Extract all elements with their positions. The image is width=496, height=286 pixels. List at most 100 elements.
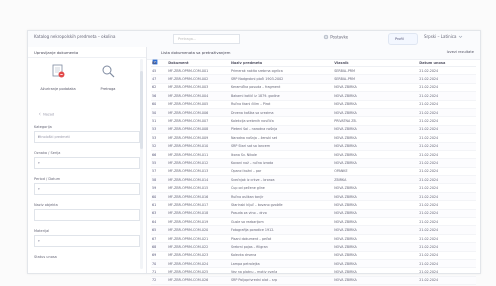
cell-item-name: Vez na platnu – motiv cveća [229, 267, 334, 277]
cell-item-name: Ručno oslikan tanjir [229, 192, 334, 202]
sidebar-scroll-thumb[interactable] [140, 71, 143, 149]
cell-owner: NOVA ZBIRKA [333, 125, 419, 135]
field-series-label: Oznaka / Serija [34, 151, 61, 155]
cell-entry-date: 21.02.2024 [418, 100, 476, 109]
table-row[interactable]: 52 MF-ZBR-OPRM-COM-010 SRP Stari sat sa la… [151, 142, 476, 151]
table-row[interactable]: 65 MF-ZBR-OPRM-COM-020 Fotografija porodic… [151, 225, 476, 235]
field-category-label: Kategorija [34, 125, 52, 129]
table-row[interactable]: 64 MF-ZBR-OPRM-COM-019 Gusle sa rezbarijom… [151, 217, 476, 227]
documents-table: ID Dokument Naziv predmeta Vlasnik Datum… [151, 59, 476, 286]
field-material: Materijal ▾ [34, 229, 140, 247]
language-dropdown[interactable]: Srpski – Latinica [424, 34, 463, 40]
language-label: Srpski – Latinica [424, 34, 457, 39]
tool-search-label: Pretraga [100, 87, 116, 91]
cell-document: MF-ZBR-OPRM-COM-022 [167, 242, 230, 252]
chevron-down-icon: ▾ [38, 238, 40, 243]
table-row[interactable]: 60 MF-ZBR-OPRM-COM-016 Ručno oslikan tanji… [151, 192, 476, 202]
cell-item-name: Svećnjak iz crkve – bronza [229, 175, 334, 185]
table-row[interactable]: 55 MF-ZBR-OPRM-COM-012 Kovani nož – ručna … [151, 158, 476, 168]
table-row[interactable]: 51 MF-ZBR-OPRM-COM-007 Kolekcija srebrnih … [151, 116, 476, 126]
cell-owner: NOVA ZBIRKA [333, 183, 419, 193]
chevron-left-icon [38, 112, 42, 117]
cell-owner: NOVA ZBIRKA [333, 251, 419, 261]
cell-item-name: Drvena kašika sa urezima [229, 108, 334, 118]
table-row[interactable]: 67 MF-ZBR-OPRM-COM-021 Pisani dokument – p… [151, 234, 476, 244]
cell-document: MF-ZBR-OPRM-COM-020 [167, 225, 230, 235]
table-row[interactable]: 63 MF-ZBR-OPRM-COM-018 Posuda za vino – dr… [151, 209, 476, 219]
cell-id: 60 [151, 192, 168, 202]
cell-owner: NOVA ZBIRKA [333, 91, 419, 101]
table-row[interactable]: 71 MF-ZBR-OPRM-COM-025 Vez na platnu – mot… [151, 267, 476, 277]
table-row[interactable]: 66 MF-ZBR-OPRM-COM-011 Ikona Sv. Nikole NOV… [151, 150, 476, 160]
document-filter-icon [50, 63, 66, 83]
cell-document: MF-ZBR-OPRM-COM-009 [167, 133, 230, 143]
col-id[interactable]: ID [151, 59, 168, 67]
table-row[interactable]: 60 MF-ZBR-OPRM-COM-005 Ručno tkani ćilim –… [151, 100, 476, 109]
cell-id: 51 [151, 116, 168, 126]
cell-item-name: Bakarni kotlić iz 1879. godine [229, 91, 334, 101]
sidebar-header: Upravljanje dokumenta [28, 47, 146, 58]
cell-item-name: Fotografija porodice 1912. [229, 225, 334, 235]
field-object-name-input[interactable] [34, 209, 140, 221]
settings-label: Postavke [330, 34, 349, 40]
cell-owner: NOVA ZBIRKA [333, 192, 419, 202]
tool-search[interactable]: Pretraga [88, 63, 128, 97]
cell-item-name: Opanci kožni – par [229, 167, 334, 177]
col-entry-date[interactable]: Datum unosa [418, 59, 476, 67]
table-row[interactable]: 47 MF-ZBR-OPRM-COM-002 SRP Nadgrobni ploči… [151, 74, 476, 84]
col-document[interactable]: Dokument [167, 59, 230, 67]
cell-item-name: SRP Nadgrobni ploči 1903-2002 [229, 74, 334, 84]
table-row[interactable]: 56 MF-ZBR-OPRM-COM-004 Bakarni kotlić iz 1… [151, 91, 476, 101]
cell-entry-date: 21.02.2024 [418, 91, 476, 101]
cell-item-name: Keramička posuda – fragment [229, 83, 334, 93]
table-row[interactable]: 70 MF-ZBR-OPRM-COM-024 Lampa petrolejka NOV… [151, 259, 476, 269]
sidebar-tools: Ažuriranje podataka Pretraga [36, 63, 136, 97]
table-row[interactable]: 69 MF-ZBR-OPRM-COM-023 Kolevka drvena NOVA … [151, 251, 476, 261]
cell-document: MF-ZBR-OPRM-COM-011 [167, 150, 230, 160]
cell-entry-date: 21.02.2024 [418, 267, 476, 277]
table-row[interactable]: 57 MF-ZBR-OPRM-COM-013 Opanci kožni – par O… [151, 167, 476, 177]
cell-document: MF-ZBR-OPRM-COM-010 [167, 142, 230, 151]
field-material-select[interactable]: ▾ [34, 235, 140, 247]
export-link[interactable]: Izvezi rezultate [447, 50, 474, 54]
app-window: Katalog nekropolskih predmeta – okolina … [27, 30, 481, 286]
search-placeholder: Pretraga… [178, 36, 197, 41]
field-series-select[interactable]: ▾ [34, 157, 140, 169]
cell-document: MF-ZBR-OPRM-COM-008 [167, 125, 230, 135]
table-row[interactable]: 58 MF-ZBR-OPRM-COM-014 Svećnjak iz crkve –… [151, 175, 476, 185]
sidebar-scrollbar[interactable] [140, 59, 143, 269]
cell-entry-date: 21.02.2024 [418, 158, 476, 168]
table-row[interactable]: 59 MF-ZBR-OPRM-COM-015 Ćup od pečene gline… [151, 183, 476, 193]
cell-document: MF-ZBR-OPRM-COM-004 [167, 91, 230, 101]
col-owner[interactable]: Vlasnik [333, 59, 419, 67]
magnifier-icon [100, 63, 116, 83]
field-period-select[interactable]: ▾ [34, 183, 140, 195]
settings-button[interactable]: Postavke [323, 34, 348, 41]
cell-entry-date: 21.02.2024 [418, 175, 476, 185]
cell-owner: NOVA ZBIRKA [333, 234, 419, 244]
table-row[interactable]: 45 MF-ZBR-OPRM-COM-001 Primerak nakita sre… [151, 66, 476, 76]
search-input[interactable]: Pretraga… [173, 34, 240, 44]
cell-entry-date: 21.02.2024 [418, 225, 476, 235]
field-object-name-label: Naziv objekta [34, 203, 58, 207]
cell-owner: NOVA ZBIRKA [333, 242, 419, 252]
cell-id: 64 [151, 217, 168, 227]
cell-item-name: Primerak nakita srebrna ogrlica [229, 66, 334, 76]
table-row[interactable]: 62 MF-ZBR-OPRM-COM-003 Keramička posuda – … [151, 83, 476, 93]
col-item-name[interactable]: Naziv predmeta [229, 59, 334, 67]
back-link[interactable]: Nazad [38, 112, 54, 117]
table-row[interactable]: 61 MF-ZBR-OPRM-COM-017 Starinski ključ – k… [151, 200, 476, 210]
cell-entry-date: 21.02.2024 [418, 125, 476, 135]
cell-document: MF-ZBR-OPRM-COM-002 [167, 74, 230, 84]
table-row[interactable]: 53 MF-ZBR-OPRM-COM-009 Narodna nošnja – že… [151, 133, 476, 143]
field-series: Oznaka / Serija ▾ [34, 151, 140, 169]
cell-entry-date: 21.02.2024 [418, 259, 476, 269]
table-row[interactable]: 50 MF-ZBR-OPRM-COM-006 Drvena kašika sa ur… [151, 108, 476, 118]
tool-update-data[interactable]: Ažuriranje podataka [38, 63, 78, 97]
field-category-select[interactable]: Etnološki predmeti ▾ [34, 131, 140, 143]
table-row[interactable]: 68 MF-ZBR-OPRM-COM-022 Srebrni pojas – fil… [151, 242, 476, 252]
user-button[interactable]: Profil [388, 33, 418, 45]
cell-owner: NOVA ZBIRKA [333, 108, 419, 118]
table-row[interactable]: 53 MF-ZBR-OPRM-COM-008 Pleteni šal – narod… [151, 125, 476, 135]
table-row[interactable]: 72 MF-ZBR-OPRM-COM-026 SRP Poljoprivredni … [151, 276, 476, 286]
